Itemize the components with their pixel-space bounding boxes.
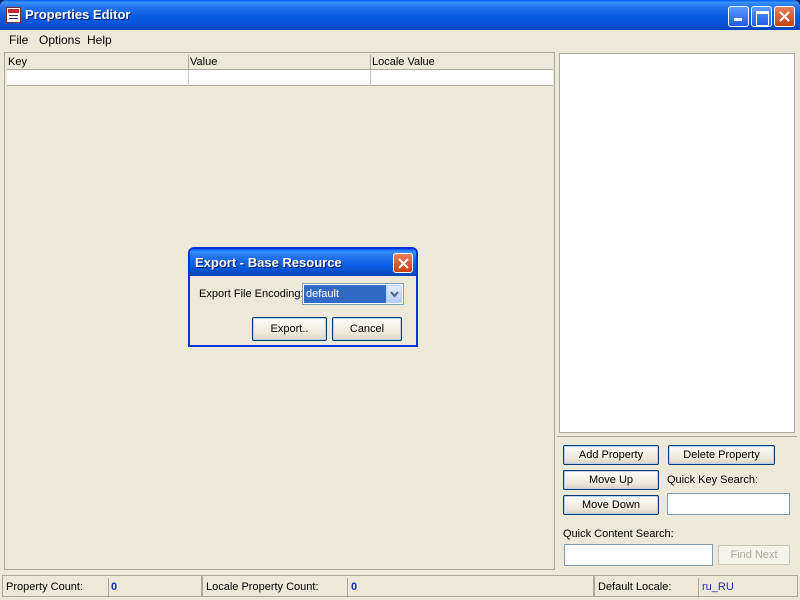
properties-app-icon[interactable] (6, 7, 21, 23)
cell-locale-value[interactable] (371, 70, 553, 86)
status-divider (698, 578, 699, 598)
property-count-label: Property Count: (6, 581, 84, 593)
export-encoding-label: Export File Encoding: (199, 288, 304, 300)
menu-file[interactable]: File (9, 33, 28, 47)
title-bar[interactable]: Properties Editor (0, 0, 800, 30)
status-divider (108, 578, 109, 598)
quick-content-search-label: Quick Content Search: (563, 528, 674, 540)
property-count-value: 0 (111, 581, 118, 593)
dialog-close-button[interactable] (393, 253, 413, 273)
minimize-button[interactable] (728, 6, 749, 27)
table-row[interactable] (7, 70, 553, 86)
cell-value[interactable] (189, 70, 371, 86)
property-controls: Add Property Delete Property Move Up Qui… (557, 436, 797, 570)
move-up-button[interactable]: Move Up (563, 470, 659, 490)
delete-property-button[interactable]: Delete Property (668, 445, 775, 465)
column-header-locale-value[interactable]: Locale Value (371, 55, 553, 70)
move-down-button[interactable]: Move Down (563, 495, 659, 515)
locale-property-count-cell: Locale Property Count: 0 (202, 575, 594, 598)
close-icon (398, 258, 409, 269)
window-title: Properties Editor (25, 7, 131, 22)
default-locale-value: ru_RU (702, 581, 734, 593)
dialog-title: Export - Base Resource (195, 255, 342, 270)
status-bar: Property Count: 0 Locale Property Count:… (0, 574, 800, 600)
locale-property-count-value: 0 (351, 581, 358, 593)
default-locale-cell: Default Locale: ru_RU (594, 575, 798, 598)
quick-key-search-label: Quick Key Search: (667, 474, 759, 486)
locale-list-panel[interactable] (559, 53, 795, 433)
column-header-key[interactable]: Key (7, 55, 189, 70)
locale-property-count-label: Locale Property Count: (206, 581, 319, 593)
dropdown-button[interactable] (386, 285, 402, 303)
menu-bar: File Options Help (0, 30, 800, 50)
properties-editor-window: Properties Editor File Options Help Key … (0, 0, 800, 600)
export-encoding-value: default (304, 285, 386, 303)
menu-help[interactable]: Help (87, 33, 112, 47)
find-next-button[interactable]: Find Next (718, 545, 790, 565)
column-header-value[interactable]: Value (189, 55, 371, 70)
dialog-title-bar[interactable]: Export - Base Resource (190, 249, 416, 276)
quick-key-search-input[interactable] (667, 493, 790, 515)
add-property-button[interactable]: Add Property (563, 445, 659, 465)
menu-options[interactable]: Options (39, 33, 80, 47)
status-divider (347, 578, 348, 598)
export-button[interactable]: Export.. (252, 317, 327, 341)
quick-content-search-input[interactable] (564, 544, 713, 566)
close-icon (779, 11, 790, 22)
cancel-button[interactable]: Cancel (332, 317, 402, 341)
property-count-cell: Property Count: 0 (2, 575, 202, 598)
export-encoding-select[interactable]: default (302, 283, 404, 305)
table-header: Key Value Locale Value (7, 55, 553, 70)
close-button[interactable] (774, 6, 795, 27)
default-locale-label: Default Locale: (598, 581, 672, 593)
cell-key[interactable] (7, 70, 189, 86)
chevron-down-icon (390, 291, 399, 298)
maximize-button[interactable] (751, 6, 772, 27)
export-dialog: Export - Base Resource Export File Encod… (188, 247, 418, 347)
